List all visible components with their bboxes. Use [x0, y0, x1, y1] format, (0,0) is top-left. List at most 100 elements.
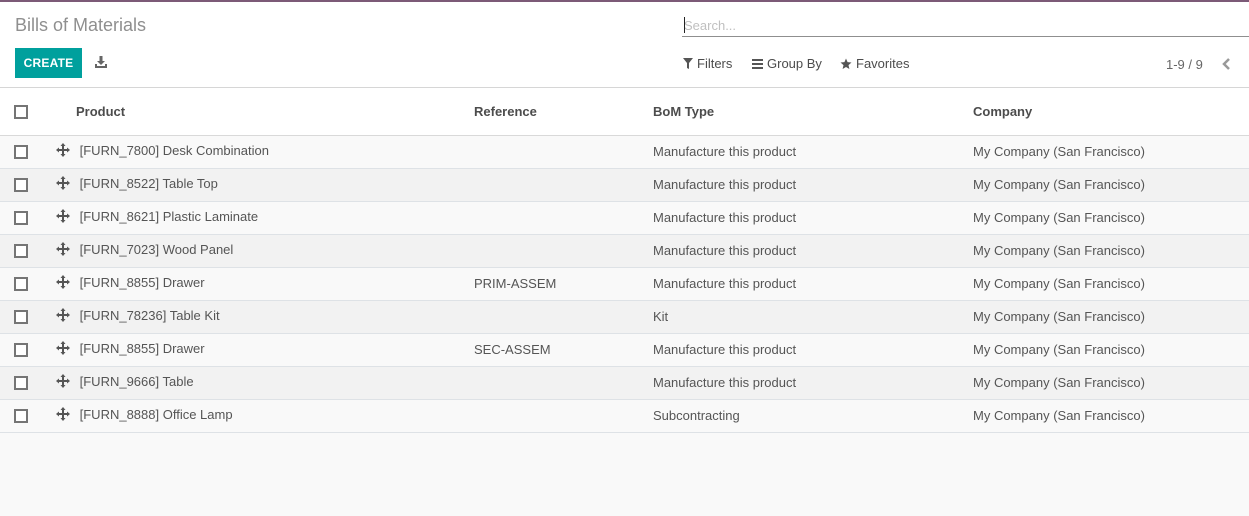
drag-handle-icon[interactable]: [56, 407, 70, 424]
favorites-label: Favorites: [856, 56, 910, 71]
control-panel: Bills of Materials CREATE Filters Group …: [0, 2, 1249, 88]
company-cell: My Company (San Francisco): [973, 201, 1249, 235]
company-cell: My Company (San Francisco): [973, 366, 1249, 400]
filters-label: Filters: [697, 56, 733, 71]
filters-button[interactable]: Filters: [683, 56, 732, 71]
drag-handle-icon[interactable]: [56, 341, 70, 358]
table-row[interactable]: [FURN_8522] Table Top Manufacture this p…: [0, 168, 1249, 202]
drag-handle-icon[interactable]: [56, 209, 70, 226]
row-checkbox[interactable]: [14, 178, 28, 193]
text-caret: [684, 17, 685, 33]
column-header-reference[interactable]: Reference: [474, 88, 653, 136]
reference-cell: [474, 300, 653, 334]
star-icon: [840, 58, 852, 70]
product-cell[interactable]: [FURN_8855] Drawer: [56, 333, 474, 367]
row-select-cell: [0, 300, 56, 334]
row-checkbox[interactable]: [14, 145, 28, 160]
bars-icon: [752, 58, 763, 69]
drag-handle-icon[interactable]: [56, 275, 70, 292]
company-cell: My Company (San Francisco): [973, 300, 1249, 334]
filter-icon: [683, 58, 693, 69]
company-cell: My Company (San Francisco): [973, 234, 1249, 268]
company-cell: My Company (San Francisco): [973, 399, 1249, 433]
drag-handle-icon[interactable]: [56, 374, 70, 391]
reference-cell: SEC-ASSEM: [474, 333, 653, 367]
row-checkbox[interactable]: [14, 277, 28, 292]
company-cell: My Company (San Francisco): [973, 267, 1249, 301]
reference-cell: [474, 366, 653, 400]
table-row[interactable]: [FURN_8621] Plastic Laminate Manufacture…: [0, 201, 1249, 235]
chevron-left-icon[interactable]: [1221, 57, 1233, 71]
bom-list-table: Product Reference BoM Type Company [FURN…: [0, 88, 1249, 433]
row-select-cell: [0, 201, 56, 235]
reference-cell: [474, 399, 653, 433]
reference-cell: [474, 201, 653, 235]
product-name: [FURN_78236] Table Kit: [79, 307, 220, 323]
product-cell[interactable]: [FURN_8522] Table Top: [56, 168, 474, 202]
table-row[interactable]: [FURN_7023] Wood Panel Manufacture this …: [0, 234, 1249, 268]
search-input[interactable]: [682, 14, 1249, 36]
row-checkbox[interactable]: [14, 376, 28, 391]
drag-handle-icon[interactable]: [56, 176, 70, 193]
bom-type-cell: Manufacture this product: [653, 201, 973, 235]
company-cell: My Company (San Francisco): [973, 135, 1249, 169]
group-by-button[interactable]: Group By: [752, 56, 822, 71]
bom-type-cell: Manufacture this product: [653, 135, 973, 169]
product-cell[interactable]: [FURN_9666] Table: [56, 366, 474, 400]
row-select-cell: [0, 366, 56, 400]
table-row[interactable]: [FURN_8855] Drawer SEC-ASSEM Manufacture…: [0, 333, 1249, 367]
column-header-company[interactable]: Company: [973, 88, 1249, 136]
bom-type-cell: Manufacture this product: [653, 366, 973, 400]
table-row[interactable]: [FURN_7800] Desk Combination Manufacture…: [0, 135, 1249, 169]
product-cell[interactable]: [FURN_8888] Office Lamp: [56, 399, 474, 433]
row-checkbox[interactable]: [14, 343, 28, 358]
pager-value[interactable]: 1-9 / 9: [1166, 57, 1203, 72]
product-cell[interactable]: [FURN_8855] Drawer: [56, 267, 474, 301]
search-bar: [682, 14, 1249, 37]
select-all-checkbox[interactable]: [14, 105, 28, 120]
column-header-bom-type[interactable]: BoM Type: [653, 88, 973, 136]
favorites-button[interactable]: Favorites: [840, 56, 909, 71]
table-row[interactable]: [FURN_78236] Table Kit Kit My Company (S…: [0, 300, 1249, 334]
bom-type-cell: Manufacture this product: [653, 333, 973, 367]
table-row[interactable]: [FURN_8888] Office Lamp Subcontracting M…: [0, 399, 1249, 433]
company-cell: My Company (San Francisco): [973, 168, 1249, 202]
drag-handle-icon[interactable]: [56, 143, 70, 160]
reference-cell: [474, 135, 653, 169]
drag-handle-icon[interactable]: [56, 308, 70, 325]
row-checkbox[interactable]: [14, 211, 28, 226]
row-checkbox[interactable]: [14, 244, 28, 259]
bom-type-cell: Subcontracting: [653, 399, 973, 433]
bom-type-cell: Manufacture this product: [653, 267, 973, 301]
row-checkbox[interactable]: [14, 310, 28, 325]
product-name: [FURN_8621] Plastic Laminate: [79, 208, 259, 224]
select-all-cell: [0, 88, 56, 136]
bom-type-cell: Manufacture this product: [653, 234, 973, 268]
row-checkbox[interactable]: [14, 409, 28, 424]
product-name: [FURN_8522] Table Top: [79, 175, 218, 191]
product-cell[interactable]: [FURN_7023] Wood Panel: [56, 234, 474, 268]
table-row[interactable]: [FURN_9666] Table Manufacture this produ…: [0, 366, 1249, 400]
row-select-cell: [0, 168, 56, 202]
drag-handle-icon[interactable]: [56, 242, 70, 259]
reference-cell: PRIM-ASSEM: [474, 267, 653, 301]
product-name: [FURN_7023] Wood Panel: [79, 241, 234, 257]
product-cell[interactable]: [FURN_7800] Desk Combination: [56, 135, 474, 169]
product-cell[interactable]: [FURN_8621] Plastic Laminate: [56, 201, 474, 235]
reference-cell: [474, 168, 653, 202]
reference-cell: [474, 234, 653, 268]
row-select-cell: [0, 267, 56, 301]
table-row[interactable]: [FURN_8855] Drawer PRIM-ASSEM Manufactur…: [0, 267, 1249, 301]
company-cell: My Company (San Francisco): [973, 333, 1249, 367]
product-cell[interactable]: [FURN_78236] Table Kit: [56, 300, 474, 334]
product-name: [FURN_7800] Desk Combination: [79, 142, 269, 158]
column-header-product[interactable]: Product: [56, 88, 474, 136]
row-select-cell: [0, 135, 56, 169]
bom-type-cell: Kit: [653, 300, 973, 334]
create-button[interactable]: CREATE: [15, 48, 82, 78]
page-title: Bills of Materials: [15, 15, 147, 35]
product-name: [FURN_9666] Table: [79, 373, 194, 389]
product-name: [FURN_8855] Drawer: [79, 274, 205, 290]
download-icon[interactable]: [94, 55, 108, 69]
row-select-cell: [0, 399, 56, 433]
